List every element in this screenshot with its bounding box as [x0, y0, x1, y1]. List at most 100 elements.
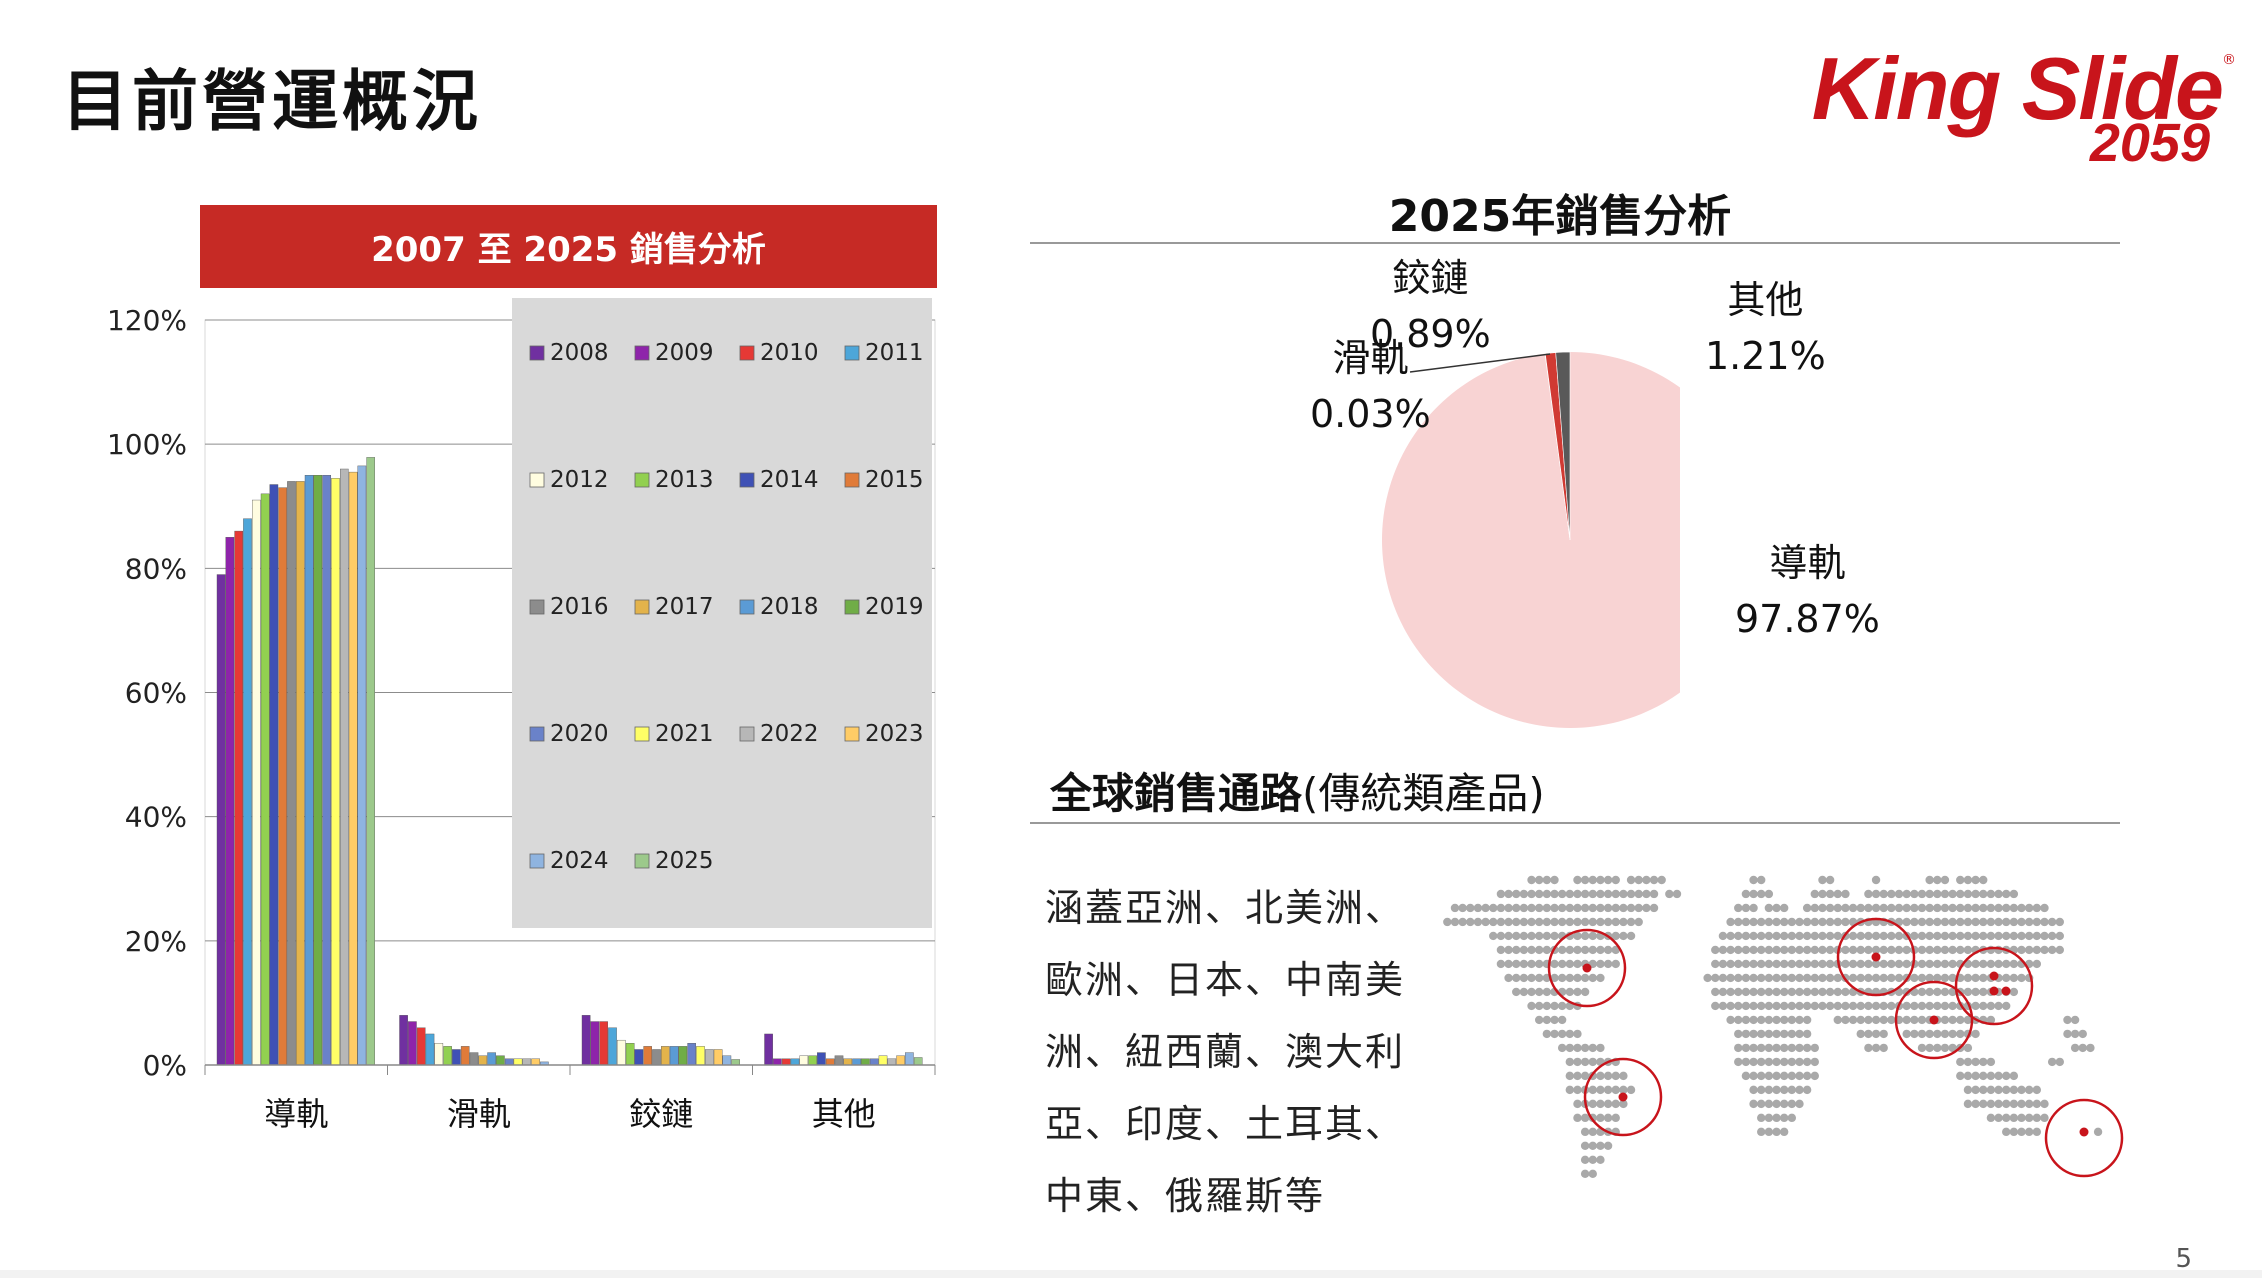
map-dot — [1963, 973, 1973, 983]
map-dot — [1611, 1099, 1620, 1109]
map-dot — [1519, 931, 1529, 941]
logo-ticker: 2059 — [2089, 113, 2210, 173]
map-dot — [1871, 1001, 1881, 1011]
map-dot — [1473, 917, 1483, 927]
map-dot — [2009, 987, 2019, 997]
map-dot — [1994, 1001, 2003, 1011]
x-tick-label: 滑軌 — [447, 1095, 511, 1133]
map-dot — [1802, 903, 1812, 913]
bar-2008 — [216, 574, 226, 1066]
map-dot — [1603, 917, 1613, 927]
bar-2009 — [590, 1021, 600, 1066]
map-dot — [2040, 945, 2049, 955]
map-dot — [1527, 945, 1536, 955]
map-dot — [1757, 1001, 1766, 1011]
map-dot — [1496, 889, 1506, 899]
map-dot — [1795, 973, 1804, 983]
map-dot — [1596, 1141, 1605, 1151]
bar-2011 — [790, 1058, 800, 1066]
map-dot — [1902, 1015, 1911, 1025]
map-dot — [1795, 1099, 1804, 1109]
map-dot — [1887, 889, 1896, 899]
legend-label-2019: 2019 — [865, 594, 924, 620]
map-dot — [1772, 1001, 1781, 1011]
map-dot — [1749, 889, 1758, 899]
map-dot — [2070, 1015, 2080, 1025]
map-dot — [1580, 1127, 1590, 1137]
map-dot — [2032, 903, 2042, 913]
map-dot — [1779, 1113, 1789, 1123]
legend-swatch-2016 — [529, 599, 545, 615]
map-dot — [1779, 1085, 1789, 1095]
bar-2016 — [652, 1049, 661, 1066]
map-dot — [1573, 1043, 1582, 1053]
map-dot — [2078, 1043, 2087, 1053]
map-dot — [1603, 1085, 1613, 1095]
map-dot — [1626, 903, 1636, 913]
map-dot — [1848, 973, 1858, 983]
map-dot — [1527, 917, 1536, 927]
bar-2018 — [669, 1046, 679, 1066]
world-map — [1443, 875, 2124, 1179]
map-dot — [1948, 917, 1957, 927]
map-dot — [1519, 917, 1529, 927]
map-dot — [1971, 903, 1980, 913]
map-dot — [1473, 903, 1483, 913]
map-dot — [1787, 1085, 1797, 1095]
map-dot — [1718, 1001, 1728, 1011]
map-dot — [1864, 1029, 1873, 1039]
map-dot — [1596, 973, 1605, 983]
map-dot — [1550, 903, 1559, 913]
legend-label-2009: 2009 — [655, 340, 714, 366]
map-dot — [1979, 1057, 1988, 1067]
map-dot — [2002, 889, 2011, 899]
bar-2014 — [634, 1049, 644, 1066]
legend-label-2008: 2008 — [550, 340, 609, 366]
map-dot — [1711, 973, 1720, 983]
bar-2016 — [834, 1055, 844, 1066]
map-dot — [1802, 1071, 1812, 1081]
map-dot — [1534, 959, 1544, 969]
map-dot — [2009, 959, 2019, 969]
bar-2022 — [705, 1049, 714, 1066]
map-dot — [1910, 889, 1919, 899]
map-dot — [1825, 875, 1835, 885]
bar-2022 — [522, 1058, 532, 1066]
map-dot — [1864, 1001, 1873, 1011]
map-dot — [1596, 875, 1605, 885]
map-dot — [1573, 917, 1582, 927]
map-dot — [1611, 889, 1620, 899]
map-dot — [1588, 903, 1597, 913]
map-dot — [2040, 903, 2049, 913]
legend-swatch-2025 — [634, 853, 650, 869]
map-dot — [1787, 945, 1797, 955]
logo-registered-mark: ® — [2222, 52, 2236, 68]
y-tick-label: 0% — [143, 1049, 187, 1082]
map-dot — [1772, 973, 1781, 983]
map-dot — [1933, 931, 1942, 941]
map-dot — [1787, 931, 1797, 941]
map-dot — [1534, 931, 1544, 941]
map-dot — [1734, 1001, 1743, 1011]
map-dot — [1917, 903, 1927, 913]
map-dot — [1848, 959, 1858, 969]
map-dot — [2093, 1127, 2103, 1137]
map-dot — [1542, 917, 1552, 927]
map-dot — [1994, 917, 2003, 927]
map-dot — [1933, 903, 1942, 913]
map-dot — [1925, 903, 1934, 913]
map-dot — [1825, 973, 1835, 983]
map-dot — [1734, 1015, 1743, 1025]
map-dot — [1810, 1001, 1819, 1011]
map-dot — [1573, 875, 1582, 885]
map-dot — [1917, 959, 1927, 969]
map-dot — [2032, 1127, 2042, 1137]
legend-swatch-2023 — [844, 726, 860, 742]
map-dot — [1580, 875, 1590, 885]
legend-swatch-2020 — [529, 726, 545, 742]
map-dot — [2032, 1099, 2042, 1109]
map-dot — [2055, 917, 2064, 927]
map-dot — [1787, 1015, 1797, 1025]
map-dot — [1933, 987, 1942, 997]
map-dot — [1749, 1001, 1758, 1011]
